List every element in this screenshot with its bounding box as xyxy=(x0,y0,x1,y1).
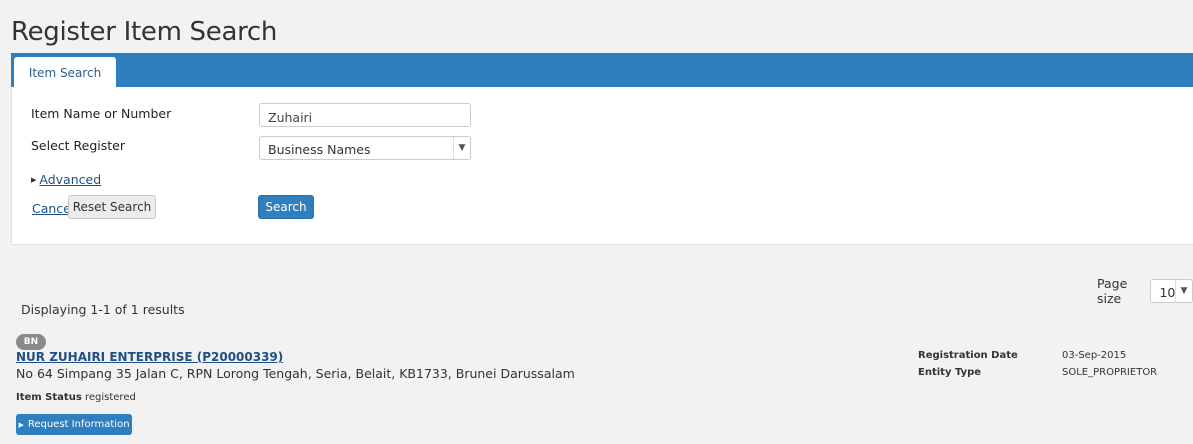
item-name-input[interactable] xyxy=(259,103,471,127)
page-size-select[interactable]: 10 ▼ xyxy=(1150,279,1193,303)
request-information-button[interactable]: ▶ Request Information xyxy=(16,414,132,435)
page-size-control: Page size 10 ▼ xyxy=(1097,276,1193,306)
entity-type-label: Entity Type xyxy=(918,367,982,378)
search-form: Item Name or Number Select Register Busi… xyxy=(11,87,1193,245)
item-status-value: registered xyxy=(84,392,136,403)
register-badge: BN xyxy=(16,334,46,350)
tab-bar: Item Search xyxy=(11,53,1193,88)
register-select-value: Business Names xyxy=(268,142,371,157)
result-item-address: No 64 Simpang 35 Jalan C, RPN Lorong Ten… xyxy=(16,366,575,381)
item-name-label: Item Name or Number xyxy=(31,106,172,121)
item-status-label: Item Status xyxy=(16,392,82,403)
registration-date-value: 03-Sep-2015 xyxy=(1062,350,1127,361)
result-item-status: Item Status registered xyxy=(16,392,136,403)
page-size-label: Page size xyxy=(1097,276,1128,306)
registration-date-label: Registration Date xyxy=(918,350,1018,361)
page-title: Register Item Search xyxy=(11,17,278,47)
result-item-name-link[interactable]: NUR ZUHAIRI ENTERPRISE (P20000339) xyxy=(16,350,283,364)
chevron-down-icon: ▼ xyxy=(1175,280,1192,302)
page-size-value: 10 xyxy=(1159,285,1176,300)
reset-search-button[interactable]: Reset Search xyxy=(68,195,156,219)
caret-right-icon: ▶ xyxy=(18,420,24,429)
register-select[interactable]: Business Names ▼ xyxy=(259,136,471,160)
caret-right-icon: ▶ xyxy=(31,175,37,184)
advanced-link[interactable]: Advanced xyxy=(39,172,101,187)
page: Register Item Search Item Search Item Na… xyxy=(0,0,1193,444)
advanced-toggle[interactable]: ▶ Advanced xyxy=(31,172,101,187)
request-information-label: Request Information xyxy=(27,419,130,430)
register-label: Select Register xyxy=(31,138,126,153)
tab-item-search[interactable]: Item Search xyxy=(14,57,116,88)
results-summary: Displaying 1-1 of 1 results xyxy=(21,302,185,317)
search-button[interactable]: Search xyxy=(258,195,314,219)
chevron-down-icon: ▼ xyxy=(453,137,470,159)
entity-type-value: SOLE_PROPRIETOR xyxy=(1062,367,1158,378)
